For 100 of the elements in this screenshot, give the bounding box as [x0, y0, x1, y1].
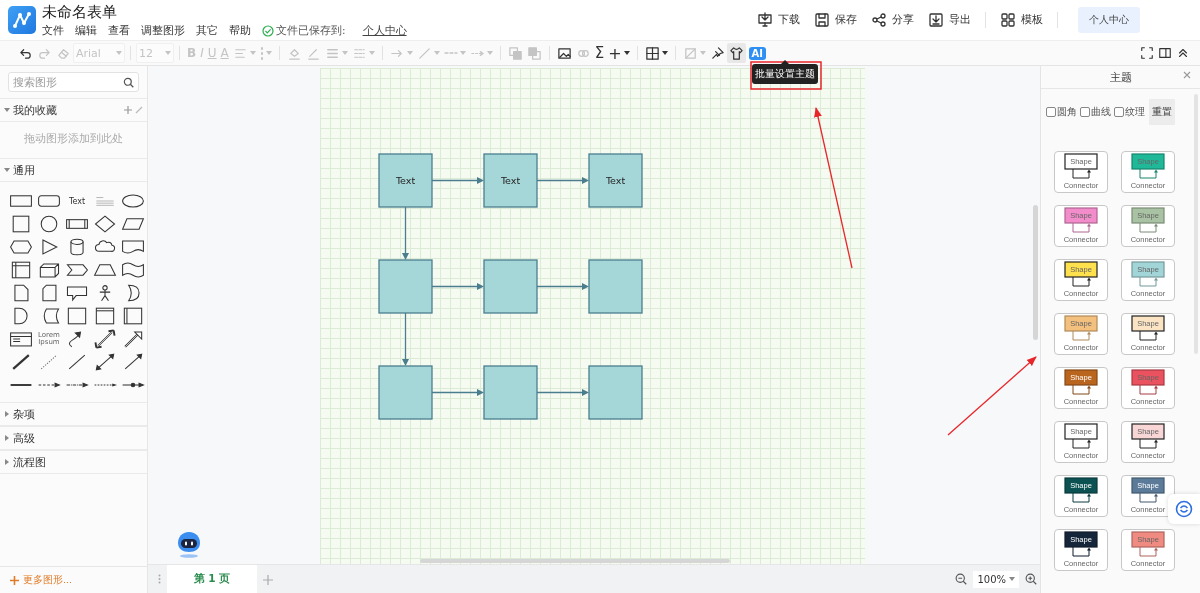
app-logo [8, 6, 36, 34]
caret-icon [433, 51, 440, 55]
menu-item[interactable]: 文件 [42, 23, 64, 38]
diagram-node[interactable] [588, 365, 643, 420]
connector-arrow [1072, 168, 1091, 179]
zoom-out-button[interactable] [955, 573, 968, 585]
plus-icon [10, 575, 19, 585]
caret-icon [249, 51, 256, 55]
connector-arrow [1139, 384, 1158, 395]
checkbox-label: 纹理 [1125, 105, 1145, 119]
diagram-node[interactable] [378, 365, 433, 420]
connector-arrow [1072, 438, 1091, 449]
formula-button[interactable]: Σ [592, 43, 607, 63]
caret-icon [1009, 577, 1015, 581]
checkbox[interactable] [1080, 107, 1090, 117]
connector-arrow [1139, 222, 1158, 233]
section-header[interactable]: 流程图 [0, 450, 147, 474]
caret-icon [368, 51, 375, 55]
checkbox[interactable] [1114, 107, 1124, 117]
menu-item[interactable]: 查看 [108, 23, 130, 38]
shirt-tool[interactable] [726, 43, 746, 63]
share-button[interactable]: 分享 [871, 12, 914, 28]
send-back-icon [526, 45, 542, 61]
share-icon [871, 12, 887, 28]
connector-arrow [1139, 276, 1158, 287]
checkbox-label: 曲线 [1091, 105, 1111, 119]
menu-item[interactable]: 调整图形 [141, 23, 185, 38]
connector-arrow [1072, 222, 1091, 233]
export-button[interactable]: 导出 [928, 12, 971, 28]
close-button[interactable] [1183, 71, 1191, 79]
export-icon [928, 12, 944, 28]
shape-template[interactable] [92, 213, 118, 235]
checkbox-label: 圆角 [1057, 105, 1077, 119]
search-field[interactable]: 搜索图形 [8, 72, 139, 92]
save-location-link[interactable]: 个人中心 [362, 23, 407, 38]
connector-arrow [1139, 546, 1158, 557]
caret-icon [265, 51, 272, 55]
caret-icon [623, 51, 630, 55]
connector-arrow [1072, 546, 1091, 557]
favorites-hint: 拖动图形添加到此处 [23, 131, 124, 147]
slashed-square-icon [682, 45, 698, 61]
caret-icon [116, 51, 122, 55]
diagram-node[interactable] [483, 259, 538, 314]
zoom-in-button[interactable] [1025, 573, 1037, 585]
pencil-icon [135, 106, 143, 114]
menu-item[interactable]: 帮助 [229, 23, 251, 38]
vertical-scrollbar[interactable] [1033, 205, 1038, 340]
shape-template[interactable]: Text [64, 190, 90, 212]
caret-icon [406, 51, 413, 55]
connector-arrow [1072, 384, 1091, 395]
diagram-node[interactable]: Text [588, 153, 643, 208]
shape-template[interactable] [120, 259, 146, 281]
robot-assistant-icon[interactable] [176, 530, 202, 558]
reset-button[interactable]: 重置 [1149, 99, 1175, 125]
highlight-rectangle [750, 61, 822, 90]
save-button[interactable]: 保存 [814, 12, 857, 28]
page-tab[interactable]: 第 1 页 [167, 565, 257, 593]
save-status: 文件已保存到: [276, 23, 346, 38]
caret-icon [661, 51, 668, 55]
checkbox[interactable] [1046, 107, 1056, 117]
caret-icon [165, 51, 171, 55]
image-icon [556, 45, 572, 61]
download-button[interactable]: 下载 [757, 12, 800, 28]
connector-arrow [1072, 276, 1091, 287]
insert-button[interactable]: + [606, 43, 632, 63]
double-chevron-icon [1176, 46, 1190, 60]
diagram-node[interactable]: Text [378, 153, 433, 208]
connector-arrow [1072, 330, 1091, 341]
shape-template[interactable] [92, 328, 118, 350]
vertical-dots-icon[interactable] [158, 574, 161, 584]
check-circle-icon [262, 24, 274, 37]
panel-icon [1158, 46, 1172, 60]
section-header[interactable]: 杂项 [0, 402, 147, 426]
document-title: 未命名表单 [42, 2, 118, 22]
section-header[interactable]: 我的收藏 [0, 98, 147, 122]
shirt-icon [728, 45, 744, 61]
dashed-line-icon [443, 51, 458, 55]
connector-arrow [1139, 168, 1158, 179]
menu-item[interactable]: 编辑 [75, 23, 97, 38]
diagram-node[interactable] [483, 365, 538, 420]
connector-arrow [1072, 492, 1091, 503]
sync-circle-icon [1175, 500, 1193, 518]
section-header[interactable]: 高级 [0, 426, 147, 450]
account-button[interactable]: 个人中心 [1078, 7, 1140, 33]
vertical-dots-icon [259, 46, 264, 60]
monitor-download-icon [757, 12, 773, 28]
diagram-node[interactable]: Text [483, 153, 538, 208]
diagram-node[interactable] [588, 259, 643, 314]
connector-arrow [1139, 492, 1158, 503]
menu-item[interactable]: 其它 [196, 23, 218, 38]
search-icon [123, 76, 134, 88]
template-button[interactable]: 模板 [1000, 12, 1043, 28]
pin-icon [709, 45, 725, 61]
connector-arrow [1139, 330, 1158, 341]
floating-button[interactable] [1168, 494, 1200, 524]
section-header[interactable]: 通用 [0, 158, 147, 182]
diagram-node[interactable] [378, 259, 433, 314]
panel-title: 主题 [1109, 69, 1132, 85]
zoom-select[interactable]: 100% [973, 570, 1019, 588]
grid-icon [1000, 12, 1016, 28]
